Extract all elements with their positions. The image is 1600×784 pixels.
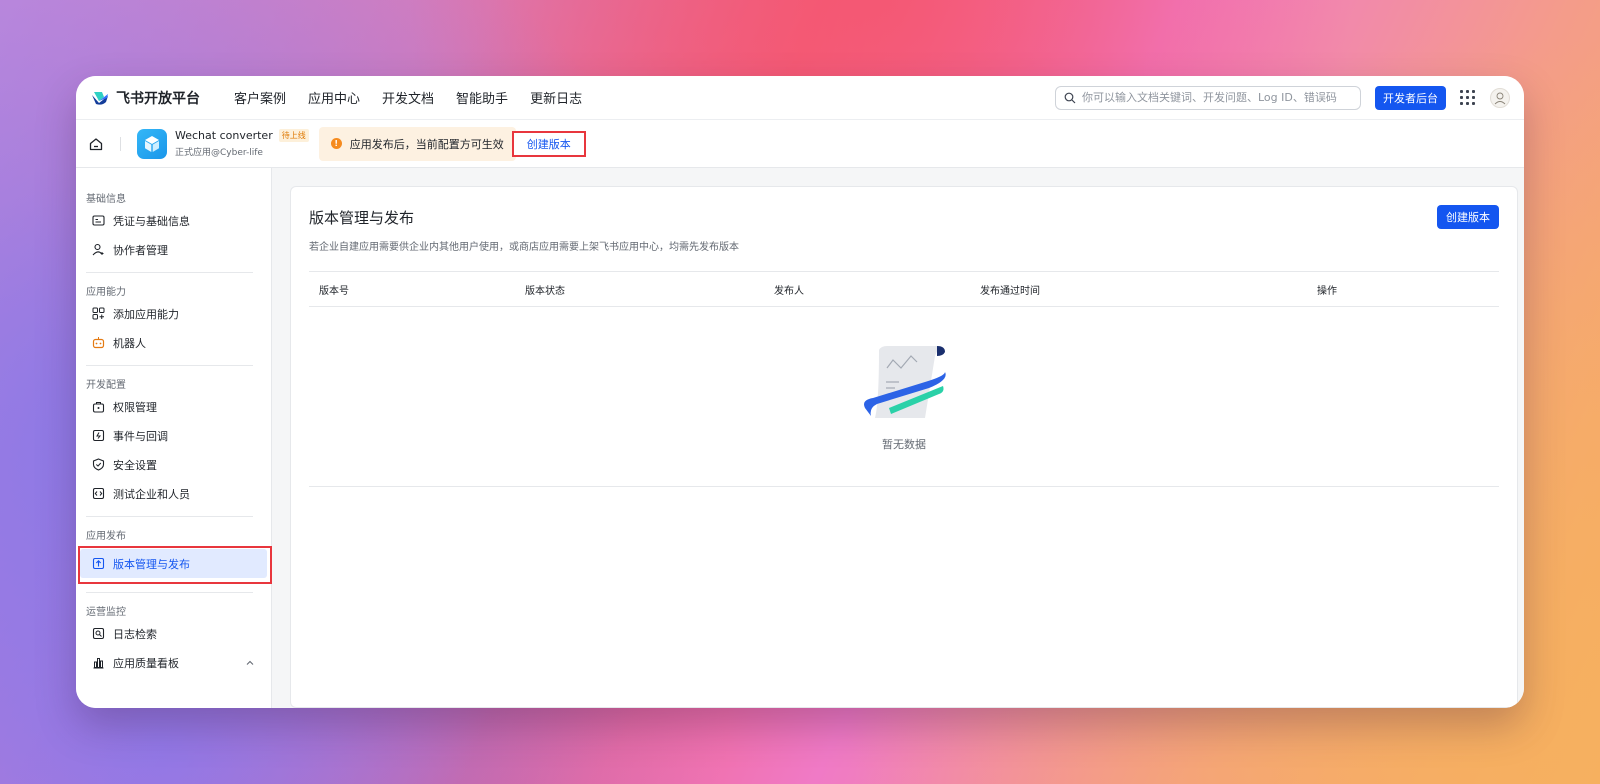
sidebar-group-title: 应用发布 bbox=[86, 531, 126, 542]
nav-link-customer-cases[interactable]: 客户案例 bbox=[234, 88, 286, 107]
highlight-frame bbox=[78, 546, 272, 584]
column-header-approved-time: 发布通过时间 bbox=[980, 285, 1040, 297]
sidebar-item-bot[interactable]: 机器人 bbox=[80, 328, 267, 357]
app-icon bbox=[137, 128, 167, 159]
sidebar-item-label: 协作者管理 bbox=[113, 243, 168, 257]
shield-icon bbox=[92, 458, 105, 471]
app-header: Wechat converter 待上线 正式应用@Cyber-life ! 应… bbox=[76, 120, 1524, 168]
column-header-status: 版本状态 bbox=[525, 285, 565, 297]
sidebar-item-add-capability[interactable]: 添加应用能力 bbox=[80, 299, 267, 328]
divider bbox=[120, 136, 121, 151]
publish-notice: ! 应用发布后，当前配置方可生效 bbox=[318, 126, 516, 161]
table-header: 版本号 版本状态 发布人 发布通过时间 操作 bbox=[309, 271, 1499, 307]
nav-links: 客户案例 应用中心 开发文档 智能助手 更新日志 bbox=[234, 88, 582, 107]
code-icon bbox=[92, 487, 105, 500]
sidebar-item-permissions[interactable]: 权限管理 bbox=[80, 392, 267, 421]
home-icon[interactable] bbox=[88, 136, 104, 152]
sidebar-group-title: 开发配置 bbox=[86, 380, 126, 391]
cube-icon bbox=[145, 135, 159, 152]
logo[interactable]: 飞书开放平台 bbox=[90, 88, 200, 108]
sidebar-item-label: 测试企业和人员 bbox=[113, 487, 190, 501]
sidebar-group-title: 应用能力 bbox=[86, 287, 126, 298]
nav-link-changelog[interactable]: 更新日志 bbox=[530, 88, 582, 107]
sidebar-item-security[interactable]: 安全设置 bbox=[80, 450, 267, 479]
search-box[interactable] bbox=[1055, 85, 1361, 110]
app-info: Wechat converter 待上线 正式应用@Cyber-life bbox=[175, 129, 309, 158]
bar-chart-icon bbox=[93, 658, 104, 669]
sidebar-item-log-search[interactable]: 日志检索 bbox=[80, 619, 267, 648]
robot-icon bbox=[92, 337, 105, 349]
create-version-button[interactable]: 创建版本 bbox=[1437, 205, 1499, 229]
browser-window: 飞书开放平台 客户案例 应用中心 开发文档 智能助手 更新日志 开发者后台 bbox=[76, 76, 1524, 708]
nav-link-dev-docs[interactable]: 开发文档 bbox=[382, 88, 434, 107]
sidebar-item-label: 添加应用能力 bbox=[113, 307, 179, 321]
sidebar-item-quality-dashboard[interactable]: 应用质量看板 bbox=[80, 648, 267, 677]
nav-link-app-center[interactable]: 应用中心 bbox=[308, 88, 360, 107]
id-card-icon bbox=[92, 215, 105, 226]
page-title: 版本管理与发布 bbox=[309, 209, 415, 227]
empty-state: 暂无数据 bbox=[309, 307, 1499, 487]
sidebar-group-title: 运营监控 bbox=[86, 607, 126, 618]
sidebar-item-label: 权限管理 bbox=[113, 400, 157, 414]
empty-document-icon bbox=[864, 345, 946, 418]
top-navigation: 飞书开放平台 客户案例 应用中心 开发文档 智能助手 更新日志 开发者后台 bbox=[76, 76, 1524, 120]
column-header-publisher: 发布人 bbox=[774, 285, 804, 297]
notice-create-version-button[interactable]: 创建版本 bbox=[511, 130, 586, 157]
sidebar-item-label: 日志检索 bbox=[113, 627, 157, 641]
app-subtitle: 正式应用@Cyber-life bbox=[175, 148, 263, 158]
sidebar-divider bbox=[86, 272, 253, 273]
log-search-icon bbox=[92, 627, 105, 640]
nav-right: 开发者后台 bbox=[1055, 85, 1510, 110]
warning-icon: ! bbox=[330, 138, 342, 149]
app-name: Wechat converter bbox=[175, 129, 273, 142]
sidebar: 基础信息 凭证与基础信息 协作者管理 应用能力 添加应用能力 机器人 开发配置 bbox=[76, 168, 272, 708]
feishu-logo-icon bbox=[92, 91, 108, 105]
page-description: 若企业自建应用需要供企业内其他用户使用，或商店应用需要上架飞书应用中心，均需先发… bbox=[309, 242, 739, 253]
notice-text: 应用发布后，当前配置方可生效 bbox=[349, 137, 504, 151]
nav-link-ai-assistant[interactable]: 智能助手 bbox=[456, 88, 508, 107]
sidebar-item-label: 机器人 bbox=[113, 336, 146, 350]
developer-console-button[interactable]: 开发者后台 bbox=[1375, 85, 1446, 110]
chevron-up-icon[interactable] bbox=[245, 658, 255, 668]
lock-bag-icon bbox=[92, 402, 105, 413]
column-header-actions: 操作 bbox=[1317, 285, 1337, 297]
search-input[interactable] bbox=[1082, 91, 1352, 104]
version-card: 版本管理与发布 若企业自建应用需要供企业内其他用户使用，或商店应用需要上架飞书应… bbox=[290, 186, 1518, 708]
capability-grid-icon bbox=[92, 307, 105, 320]
user-add-icon bbox=[92, 243, 104, 256]
content: 基础信息 凭证与基础信息 协作者管理 应用能力 添加应用能力 机器人 开发配置 bbox=[76, 168, 1524, 708]
apps-grid-icon[interactable] bbox=[1460, 89, 1476, 106]
sidebar-group-title: 基础信息 bbox=[86, 194, 126, 205]
logo-text: 飞书开放平台 bbox=[116, 90, 200, 107]
sidebar-divider bbox=[86, 516, 253, 517]
sidebar-item-test-enterprise[interactable]: 测试企业和人员 bbox=[80, 479, 267, 508]
status-badge: 待上线 bbox=[278, 129, 309, 142]
sidebar-divider bbox=[86, 592, 253, 593]
sidebar-item-events[interactable]: 事件与回调 bbox=[80, 421, 267, 450]
event-icon bbox=[92, 429, 105, 442]
column-header-version: 版本号 bbox=[319, 285, 349, 297]
main-area: 版本管理与发布 若企业自建应用需要供企业内其他用户使用，或商店应用需要上架飞书应… bbox=[272, 168, 1524, 708]
search-icon bbox=[1064, 92, 1076, 103]
sidebar-item-label: 事件与回调 bbox=[113, 429, 168, 443]
sidebar-item-label: 安全设置 bbox=[113, 458, 157, 472]
sidebar-item-collaborators[interactable]: 协作者管理 bbox=[80, 235, 267, 264]
sidebar-item-label: 应用质量看板 bbox=[113, 656, 179, 670]
sidebar-item-credentials[interactable]: 凭证与基础信息 bbox=[80, 206, 267, 235]
empty-text: 暂无数据 bbox=[882, 437, 926, 451]
avatar[interactable] bbox=[1490, 87, 1510, 108]
avatar-face-icon bbox=[1494, 92, 1506, 104]
sidebar-divider bbox=[86, 365, 253, 366]
sidebar-item-label: 凭证与基础信息 bbox=[113, 214, 190, 228]
